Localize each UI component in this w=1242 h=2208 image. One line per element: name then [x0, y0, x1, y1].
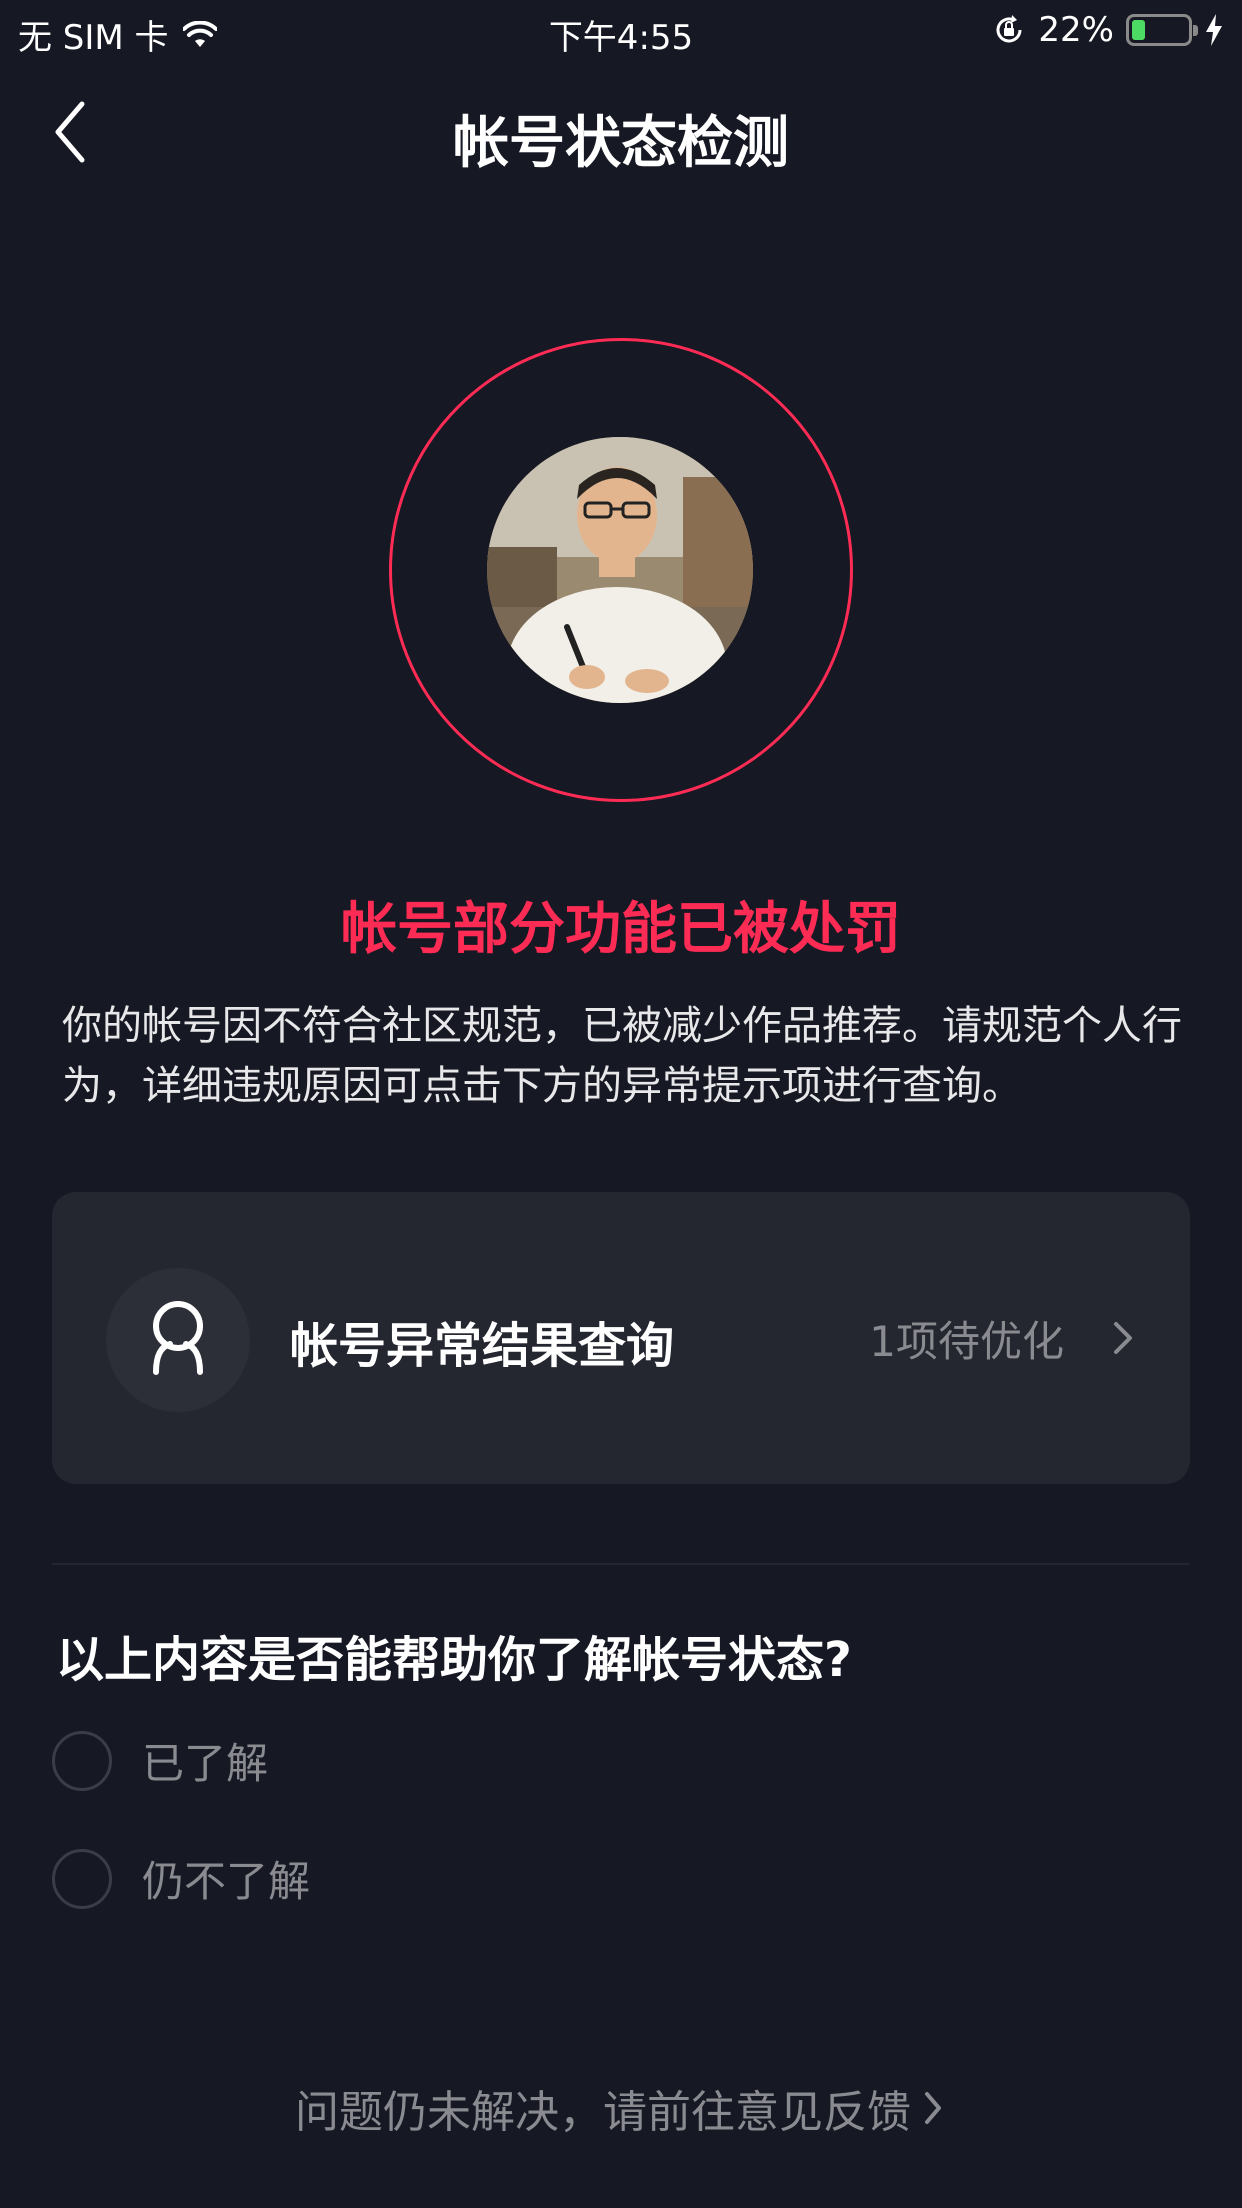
chevron-right-icon [1114, 1322, 1132, 1354]
user-icon [153, 1301, 203, 1375]
charging-icon [1206, 14, 1222, 46]
status-right: 22% [992, 10, 1224, 50]
option-label-understood: 已了解 [142, 1739, 269, 1788]
feedback-label: 问题仍未解决，请前往意见反馈 [295, 2087, 911, 2138]
account-status-page: 无 SIM 卡 下午4:55 22% 帐号状态检测 帐号部分功能已被处罚 你的帐… [0, 0, 1242, 2208]
battery-level-fill [1132, 20, 1145, 40]
avatar [487, 437, 753, 703]
abnormal-result-card[interactable]: 帐号异常结果查询 1项待优化 [52, 1192, 1190, 1484]
page-title: 帐号状态检测 [453, 111, 789, 176]
penalty-description: 你的帐号因不符合社区规范，已被减少作品推荐。请规范个人行为，详细违规原因可点击下… [62, 1003, 1182, 1109]
radio-understood[interactable] [52, 1730, 112, 1791]
option-understood[interactable]: 已了解 [52, 1730, 268, 1791]
card-title: 帐号异常结果查询 [290, 1318, 675, 1374]
divider [52, 1563, 1190, 1565]
penalty-title: 帐号部分功能已被处罚 [341, 897, 901, 962]
avatar-photo [487, 437, 753, 703]
feedback-link[interactable]: 问题仍未解决，请前往意见反馈 [0, 2076, 1242, 2140]
card-status: 1项待优化 [869, 1317, 1064, 1366]
battery-percent: 22% [1038, 10, 1114, 50]
card-icon-background [106, 1268, 250, 1412]
orientation-lock-icon [996, 15, 1022, 43]
option-not-understood[interactable]: 仍不了解 [52, 1848, 310, 1909]
option-label-not-understood: 仍不了解 [142, 1857, 311, 1906]
radio-not-understood[interactable] [52, 1848, 112, 1909]
survey-question: 以上内容是否能帮助你了解帐号状态? [56, 1632, 852, 1688]
chevron-right-icon [925, 2092, 941, 2124]
nav-bar: 帐号状态检测 [0, 62, 1242, 202]
battery-icon [1126, 14, 1198, 46]
status-bar: 无 SIM 卡 下午4:55 22% [0, 0, 1242, 62]
